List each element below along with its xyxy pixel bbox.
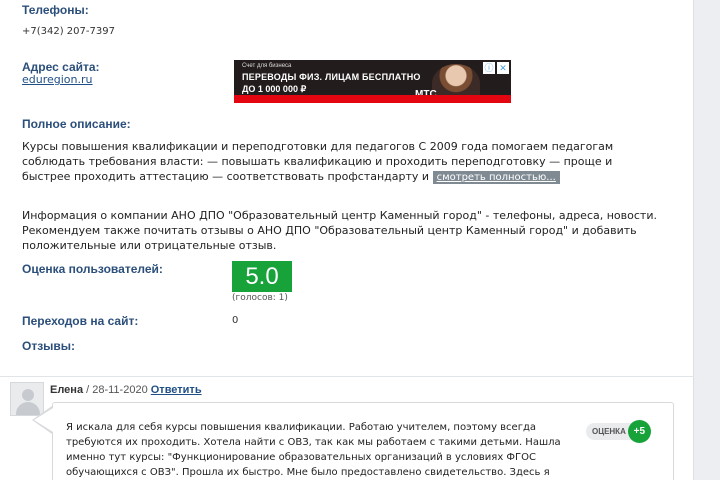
- ad-controls: ⓘ ✕: [483, 62, 509, 74]
- rating-score-badge: 5.0: [232, 261, 292, 292]
- ad-headline-line2: ДО 1 000 000 ₽: [242, 84, 307, 94]
- website-link[interactable]: eduregion.ru: [22, 73, 93, 86]
- review-date: 28-11-2020: [92, 384, 148, 396]
- description-label: Полное описание:: [22, 117, 131, 131]
- clicks-label: Переходов на сайт:: [22, 314, 139, 328]
- phones-label: Телефоны:: [22, 3, 89, 17]
- ad-red-strip: [234, 95, 511, 103]
- website-label: Адрес сайта:: [22, 60, 100, 74]
- phone-value: +7(342) 207-7397: [22, 26, 115, 37]
- review-vote[interactable]: ОЦЕНКА +5: [586, 419, 651, 443]
- vote-label: ОЦЕНКА: [586, 422, 632, 440]
- vote-value-badge[interactable]: +5: [627, 419, 651, 443]
- review-meta: Елена / 28-11-2020 Ответить: [50, 384, 202, 396]
- ad-banner[interactable]: Счет для бизнеса ПЕРЕВОДЫ ФИЗ. ЛИЦАМ БЕС…: [234, 60, 511, 103]
- rating-label: Оценка пользователей:: [22, 262, 163, 276]
- ad-info-icon[interactable]: ⓘ: [483, 62, 495, 74]
- show-more-button[interactable]: смотреть полностью...: [432, 171, 560, 184]
- review-text: Я искала для себя курсы повышения квалиф…: [66, 422, 561, 478]
- ad-caption: Счет для бизнеса: [242, 63, 292, 69]
- review-author: Елена: [50, 384, 84, 396]
- ad-close-icon[interactable]: ✕: [497, 62, 509, 74]
- divider: [0, 376, 694, 377]
- review-separator: /: [83, 384, 93, 396]
- company-page: Телефоны: +7(342) 207-7397 Адрес сайта: …: [0, 0, 694, 480]
- reviews-label: Отзывы:: [22, 339, 76, 353]
- rating-votes: (голосов: 1): [232, 293, 288, 303]
- reply-link[interactable]: Ответить: [151, 384, 202, 396]
- clicks-value: 0: [232, 315, 239, 326]
- ad-headline-line1: ПЕРЕВОДЫ ФИЗ. ЛИЦАМ БЕСПЛАТНО: [242, 72, 421, 82]
- company-info-text: Информация о компании АНО ДПО "Образоват…: [22, 209, 657, 252]
- description-text: Курсы повышения квалификации и переподго…: [22, 139, 662, 185]
